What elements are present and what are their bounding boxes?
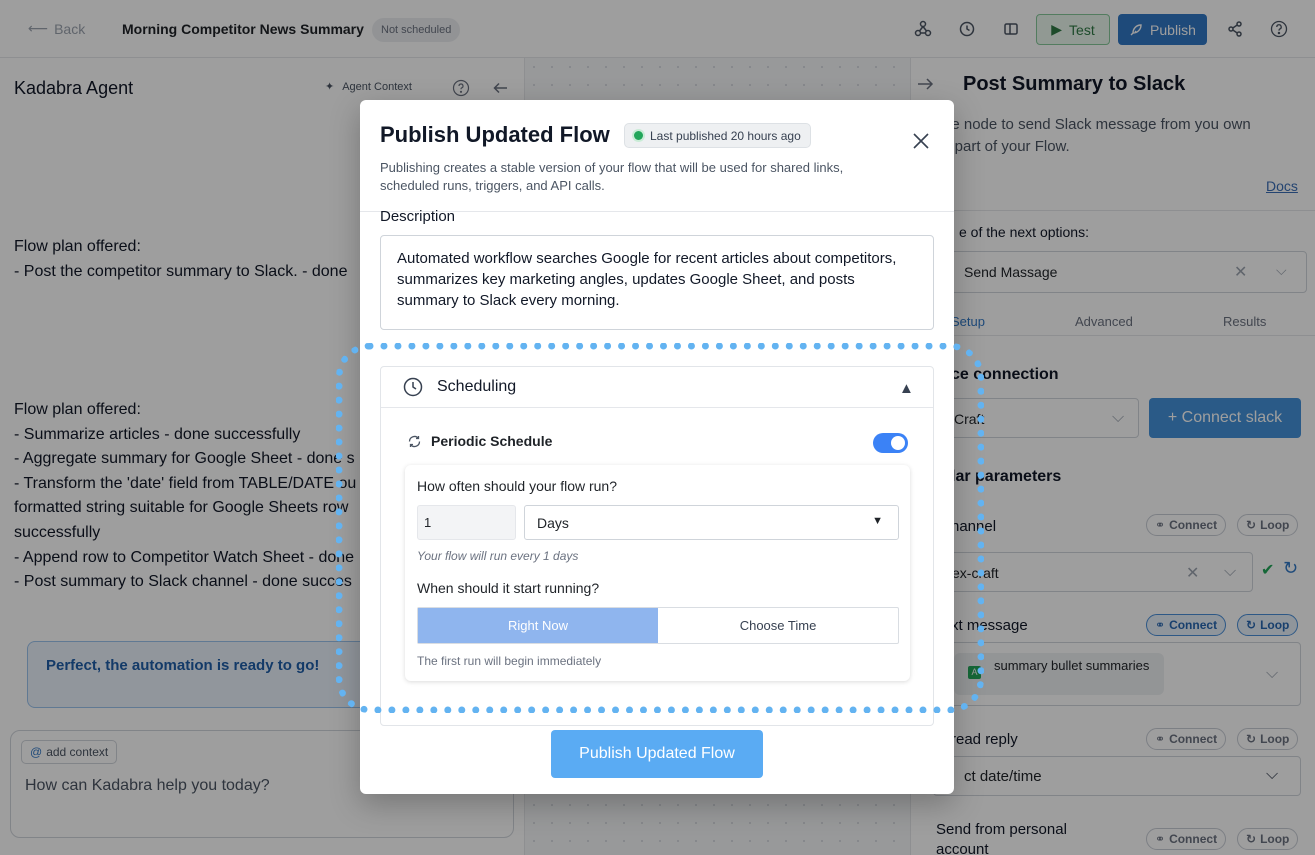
close-icon[interactable] (911, 131, 931, 151)
publish-updated-flow-button[interactable]: Publish Updated Flow (551, 730, 763, 778)
periodic-schedule-label: Periodic Schedule (431, 433, 553, 449)
scheduling-header[interactable]: Scheduling ▲ (381, 367, 933, 408)
right-now-option[interactable]: Right Now (418, 608, 658, 643)
description-textarea[interactable]: Automated workflow searches Google for r… (380, 235, 934, 330)
interval-unit-select[interactable]: Days ▼ (524, 505, 899, 540)
description-label: Description (380, 208, 456, 225)
frequency-question: How often should your flow run? (417, 478, 617, 494)
collapse-caret-icon[interactable]: ▲ (899, 380, 914, 397)
repeat-icon (407, 434, 422, 449)
scheduling-section: Scheduling ▲ Periodic Schedule How often… (380, 366, 934, 726)
clock-icon (403, 377, 423, 397)
periodic-schedule-toggle[interactable] (873, 433, 908, 453)
last-published-text: Last published 20 hours ago (650, 128, 801, 143)
run-frequency-note: Your flow will run every 1 days (417, 549, 579, 563)
status-dot-icon (634, 131, 643, 140)
modal-subtitle: Publishing creates a stable version of y… (380, 160, 844, 193)
first-run-note: The first run will begin immediately (417, 654, 602, 668)
start-time-segmented: Right Now Choose Time (417, 607, 899, 644)
last-published-badge: Last published 20 hours ago (624, 123, 811, 148)
modal-title: Publish Updated Flow (380, 122, 610, 147)
scheduling-title: Scheduling (437, 378, 517, 395)
caret-down-icon: ▼ (872, 515, 883, 527)
interval-input[interactable]: 1 (417, 505, 516, 540)
publish-modal: Publish Updated Flow Last published 20 h… (360, 100, 954, 794)
schedule-options-card: How often should your flow run? 1 Days ▼… (405, 465, 910, 681)
choose-time-option[interactable]: Choose Time (658, 608, 898, 643)
interval-unit-value: Days (537, 515, 569, 531)
start-question: When should it start running? (417, 580, 600, 596)
